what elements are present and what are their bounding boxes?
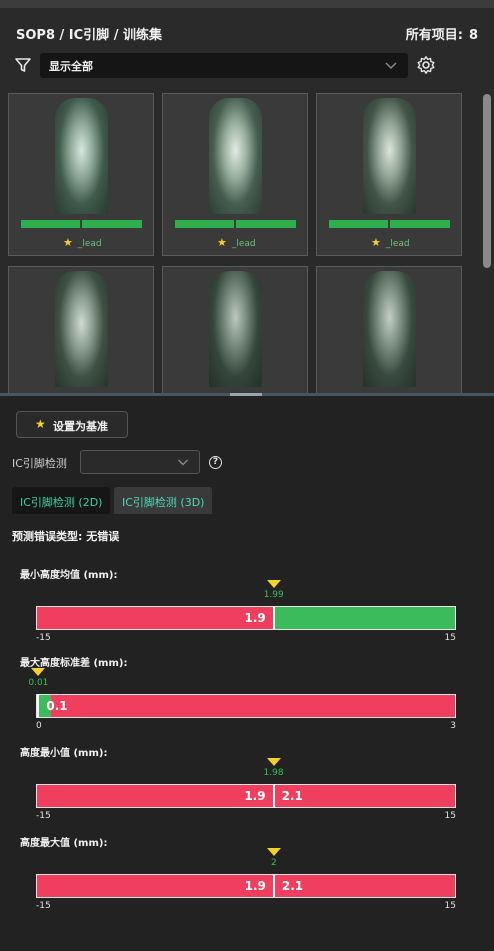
window-top-strip: [0, 0, 494, 8]
axis-max-label: 15: [444, 901, 456, 911]
lead-thumbnail: [363, 271, 416, 387]
star-icon: ★: [217, 236, 227, 249]
set-standard-button[interactable]: ★ 设置为基准: [16, 411, 128, 438]
metric-row: 高度最大值 (mm): 2 1.9 2.1 -15 15: [0, 834, 494, 924]
threshold-value: 1.98: [263, 768, 284, 778]
threshold-line: [272, 875, 275, 897]
set-standard-label: 设置为基准: [53, 420, 108, 433]
card-caption: ★ _lead: [63, 236, 102, 249]
axis-min-label: -15: [36, 811, 51, 821]
breadcrumb: SOP8 / IC引脚 / 训练集: [16, 28, 162, 43]
image-gallery: ★ _lead ★ _lead ★ _lead: [0, 88, 494, 393]
gallery-scrollbar-thumb[interactable]: [483, 94, 491, 268]
axis-min-label: -15: [36, 901, 51, 911]
gallery-card[interactable]: ★ _lead: [162, 93, 308, 256]
metric-title: 最小高度均值 (mm):: [20, 570, 118, 581]
item-count: 所有项目: 8: [400, 24, 478, 43]
lead-thumbnail: [209, 98, 262, 214]
threshold-value: 0.01: [28, 678, 49, 688]
card-caption: ★ _lead: [217, 236, 256, 249]
prediction-label: 预测错误类型: 无错误: [12, 530, 120, 543]
metric-upper-value: 2.1: [281, 879, 304, 893]
axis-max-label: 15: [444, 811, 456, 821]
threshold-line: [272, 785, 275, 807]
threshold-value: 2: [270, 858, 277, 868]
status-bar-segment: [82, 220, 142, 228]
metric-row: 最大高度标准差 (mm): 0.01 0.1 0 3: [0, 654, 494, 744]
threshold-line: [37, 695, 40, 717]
metric-value: 1.9: [244, 611, 266, 625]
metric-range-bar: 1.9 2.1: [36, 784, 456, 808]
detection-label: IC引脚检测: [12, 457, 67, 470]
star-icon: ★: [63, 236, 73, 249]
threshold-marker-icon: [266, 758, 281, 766]
threshold-marker-icon: [266, 580, 281, 588]
tab-3d[interactable]: IC引脚检测 (3D): [114, 487, 212, 514]
header: SOP8 / IC引脚 / 训练集 所有项目: 8: [16, 24, 478, 44]
gallery-card[interactable]: ★ _lead: [316, 93, 462, 256]
metric-range-bar: 1.9: [36, 606, 456, 630]
chevron-down-icon: [385, 62, 397, 70]
metric-value: 1.9: [244, 789, 266, 803]
item-count-value: 8: [468, 28, 478, 43]
metric-upper-value: 2.1: [281, 789, 303, 803]
help-icon[interactable]: ?: [209, 456, 222, 469]
threshold-line: [272, 607, 275, 629]
metric-value: 1.9: [244, 879, 266, 893]
threshold-marker-icon: [266, 848, 281, 856]
status-bar-segment: [390, 220, 450, 228]
metric-range-bar: 1.9 2.1: [36, 874, 456, 898]
card-caption: ★ _lead: [371, 236, 410, 249]
metric-title: 高度最大值 (mm):: [20, 838, 108, 849]
threshold-value: 1.99: [263, 590, 284, 600]
axis-max-label: 3: [450, 721, 456, 731]
chevron-down-icon: [178, 459, 188, 466]
card-label: _lead: [77, 239, 102, 249]
gallery-card[interactable]: ★ _lead: [8, 93, 154, 256]
gear-icon[interactable]: [416, 55, 436, 75]
metric-title: 高度最小值 (mm):: [20, 748, 108, 759]
filter-select[interactable]: 显示全部: [40, 53, 408, 78]
metric-title: 最大高度标准差 (mm):: [20, 658, 128, 669]
metric-row: 高度最小值 (mm): 1.98 1.9 2.1 -15 15: [0, 744, 494, 834]
threshold-marker-icon: [31, 668, 46, 676]
lead-thumbnail: [363, 98, 416, 214]
gallery-card[interactable]: [162, 266, 308, 393]
metric-range-bar: 0.1: [36, 694, 456, 718]
tab-2d[interactable]: IC引脚检测 (2D): [12, 487, 110, 514]
gallery-card[interactable]: [316, 266, 462, 393]
star-icon: ★: [35, 417, 46, 431]
detail-panel: ★ 设置为基准 IC引脚检测 ? IC引脚检测 (2D) IC引脚检测 (3D)…: [0, 396, 494, 951]
status-bar-segment: [175, 220, 234, 228]
status-bar-segment: [21, 220, 80, 228]
lead-thumbnail: [209, 271, 262, 387]
lead-thumbnail: [55, 98, 108, 214]
gallery-card[interactable]: [8, 266, 154, 393]
metric-row: 最小高度均值 (mm): 1.99 1.9 -15 15: [0, 566, 494, 656]
card-label: _lead: [231, 239, 256, 249]
item-count-label: 所有项目:: [405, 28, 463, 43]
filter-row: 显示全部: [14, 53, 436, 78]
lead-thumbnail: [55, 271, 108, 387]
status-bar-segment: [329, 220, 388, 228]
metric-value: 0.1: [46, 699, 68, 713]
axis-min-label: 0: [36, 721, 42, 731]
status-bar-segment: [236, 220, 296, 228]
card-label: _lead: [385, 239, 410, 249]
filter-select-value: 显示全部: [49, 60, 93, 73]
star-icon: ★: [371, 236, 381, 249]
axis-min-label: -15: [36, 633, 51, 643]
pass-range-segment: [273, 607, 455, 629]
filter-icon[interactable]: [14, 56, 32, 74]
axis-max-label: 15: [444, 633, 456, 643]
detection-select[interactable]: [80, 450, 200, 474]
